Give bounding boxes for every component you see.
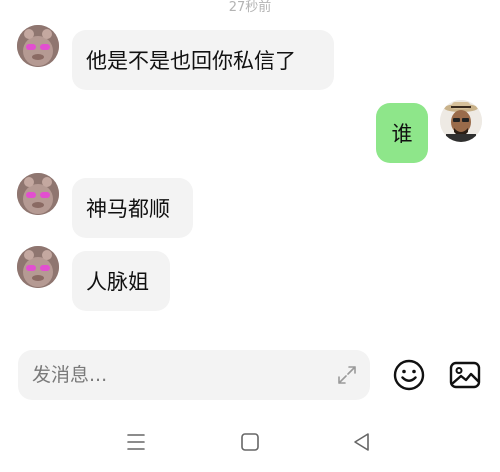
message-text: 人脉姐 — [86, 270, 149, 294]
menu-icon[interactable] — [124, 430, 148, 454]
emoji-icon[interactable] — [392, 358, 426, 392]
message-bubble-incoming[interactable]: 神马都顺 — [72, 178, 193, 238]
message-text: 神马都顺 — [86, 197, 170, 221]
back-icon[interactable] — [350, 430, 374, 454]
message-bubble-incoming[interactable]: 人脉姐 — [72, 251, 170, 311]
contact-avatar[interactable] — [17, 25, 59, 67]
timestamp: 27秒前 — [228, 0, 272, 15]
contact-avatar[interactable] — [17, 173, 59, 215]
message-bubble-incoming[interactable]: 他是不是也回你私信了 — [72, 30, 334, 90]
image-icon[interactable] — [448, 358, 482, 392]
my-avatar[interactable] — [440, 100, 482, 142]
message-text: 他是不是也回你私信了 — [86, 49, 296, 73]
home-icon[interactable] — [238, 430, 262, 454]
message-bubble-outgoing[interactable]: 谁 — [376, 103, 428, 163]
message-text: 谁 — [391, 122, 413, 146]
message-input[interactable] — [32, 350, 322, 400]
expand-icon[interactable] — [336, 364, 358, 386]
contact-avatar[interactable] — [17, 246, 59, 288]
message-composer[interactable] — [18, 350, 370, 400]
